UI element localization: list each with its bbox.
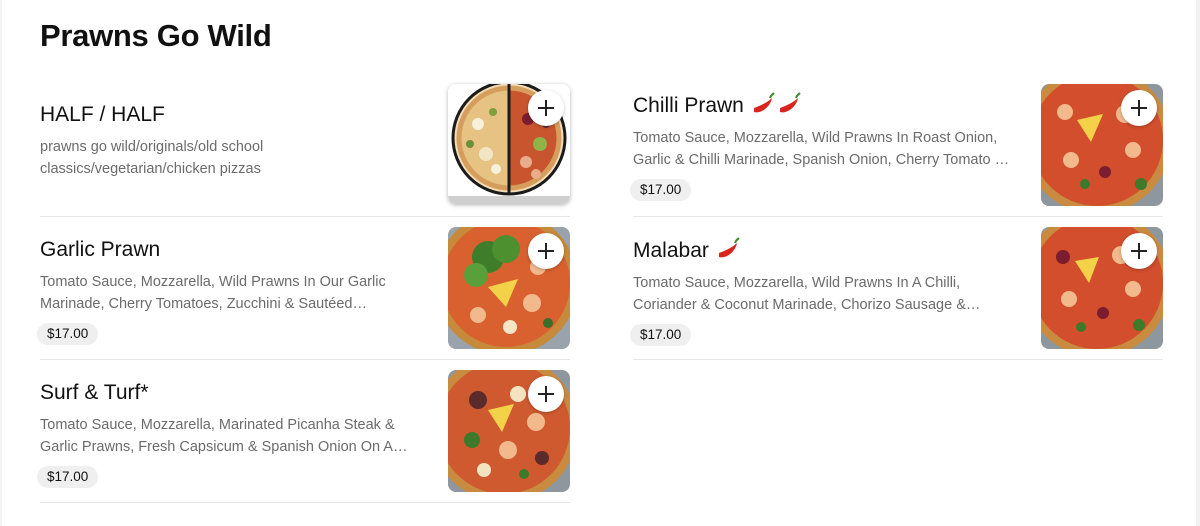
item-text: Garlic Prawn Tomato Sauce, Mozzarella, W… xyxy=(37,237,420,345)
menu-column-left: HALF / HALF prawns go wild/originals/old… xyxy=(37,74,570,503)
item-name-row: Chilli Prawn xyxy=(633,92,1013,119)
menu-page: Prawns Go Wild HALF / HALF prawns go wil… xyxy=(0,0,1200,526)
menu-column-right: Chilli Prawn Tomato Sauce, Mozzarella, W… xyxy=(630,74,1163,360)
item-text: HALF / HALF prawns go wild/originals/old… xyxy=(40,102,420,180)
menu-item-chilli-prawn[interactable]: Chilli Prawn Tomato Sauce, Mozzarella, W… xyxy=(630,74,1163,217)
item-name: Chilli Prawn xyxy=(633,94,744,117)
chilli-prawn-pizza-image[interactable] xyxy=(1041,84,1163,206)
price-badge: $17.00 xyxy=(37,323,99,345)
item-text: Surf & Turf* Tomato Sauce, Mozzarella, M… xyxy=(37,380,420,488)
item-description: Tomato Sauce, Mozzarella, Marinated Pica… xyxy=(40,417,408,455)
half-half-pizza-image[interactable] xyxy=(448,84,570,204)
malabar-pizza-image[interactable] xyxy=(1041,227,1163,349)
section-title: Prawns Go Wild xyxy=(40,18,272,53)
item-name: HALF / HALF xyxy=(40,103,165,126)
add-button[interactable] xyxy=(528,233,564,269)
chilli-pepper-icon xyxy=(718,237,740,258)
add-button[interactable] xyxy=(528,376,564,412)
price-badge: $17.00 xyxy=(630,324,692,346)
item-text: Malabar Tomato Sauce, Mozzarella, Wild P… xyxy=(630,237,1013,346)
item-name: Garlic Prawn xyxy=(40,238,161,261)
add-button[interactable] xyxy=(1121,233,1157,269)
scrollbar-track[interactable] xyxy=(1196,0,1200,526)
menu-item-surf-and-turf[interactable]: Surf & Turf* Tomato Sauce, Mozzarella, M… xyxy=(37,360,570,503)
surf-and-turf-pizza-image[interactable] xyxy=(448,370,570,492)
garlic-prawn-pizza-image[interactable] xyxy=(448,227,570,349)
item-description: Tomato Sauce, Mozzarella, Wild Prawns In… xyxy=(633,275,981,313)
price-badge: $17.00 xyxy=(630,179,692,201)
add-button[interactable] xyxy=(1121,90,1157,126)
chilli-pepper-icon xyxy=(779,92,801,113)
price-badge: $17.00 xyxy=(37,466,99,488)
item-name-row: Malabar xyxy=(633,237,1013,264)
add-button[interactable] xyxy=(528,90,564,126)
left-edge xyxy=(0,0,2,526)
menu-item-malabar[interactable]: Malabar Tomato Sauce, Mozzarella, Wild P… xyxy=(630,217,1163,360)
chilli-pepper-icon xyxy=(753,92,775,113)
item-description: prawns go wild/originals/old school clas… xyxy=(40,139,264,177)
item-text: Chilli Prawn Tomato Sauce, Mozzarella, W… xyxy=(630,92,1013,201)
menu-item-garlic-prawn[interactable]: Garlic Prawn Tomato Sauce, Mozzarella, W… xyxy=(37,217,570,360)
item-description: Tomato Sauce, Mozzarella, Wild Prawns In… xyxy=(40,274,386,312)
item-description: Tomato Sauce, Mozzarella, Wild Prawns In… xyxy=(633,130,1010,168)
item-name: Surf & Turf* xyxy=(40,381,149,404)
item-name: Malabar xyxy=(633,239,709,262)
menu-item-half-half[interactable]: HALF / HALF prawns go wild/originals/old… xyxy=(40,74,570,217)
